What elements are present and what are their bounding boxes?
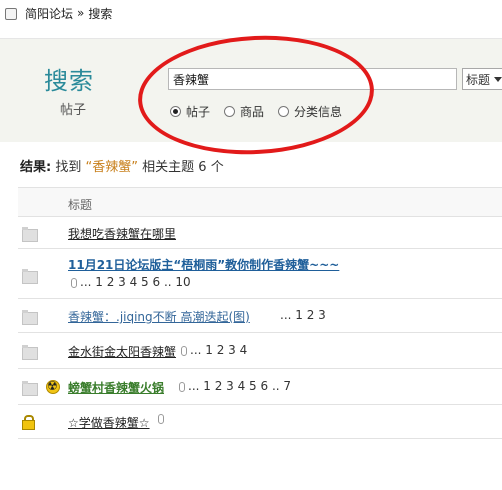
search-scope-select[interactable]: 标题 bbox=[462, 68, 502, 90]
radio-classified-dot[interactable] bbox=[278, 106, 290, 117]
table-row: 金水街金太阳香辣蟹 ... 1 2 3 4 bbox=[18, 333, 502, 369]
radio-posts-label: 帖子 bbox=[186, 105, 211, 119]
attachment-clip-icon bbox=[158, 414, 164, 424]
radio-goods-label: 商品 bbox=[240, 105, 265, 119]
thread-title-link[interactable]: 金水街金太阳香辣蟹 bbox=[68, 343, 176, 360]
folder-icon bbox=[22, 310, 38, 325]
chevron-down-icon bbox=[494, 76, 502, 82]
attachment-clip-icon bbox=[71, 277, 77, 288]
thread-pager: ... 1 2 3 4 bbox=[178, 343, 247, 357]
results-table: 标题 我想吃香辣蟹在哪里 11月21日论坛版主“梧桐雨”教你制作香辣蟹~~~ .… bbox=[18, 187, 502, 439]
thread-pager: ... 1 2 3 4 5 6 .. 7 bbox=[176, 379, 291, 393]
thread-title-link[interactable]: 香辣蟹：.jiqing不断 高潮迭起(图) bbox=[68, 308, 250, 325]
table-row: ☆学做香辣蟹☆ bbox=[18, 405, 502, 439]
attachment-clip-icon bbox=[181, 345, 187, 356]
thread-pager: ... 1 2 3 4 5 6 .. 10 bbox=[68, 275, 191, 289]
result-unit: 个 bbox=[210, 160, 224, 175]
thread-title-link[interactable]: ☆学做香辣蟹☆ bbox=[68, 414, 150, 431]
result-prefix: 结果: bbox=[20, 160, 52, 175]
thread-title-link[interactable]: 我想吃香辣蟹在哪里 bbox=[68, 225, 176, 242]
result-count: 6 bbox=[198, 160, 207, 175]
search-subtitle: 帖子 bbox=[60, 103, 87, 118]
radio-goods[interactable]: 商品 bbox=[224, 103, 264, 120]
result-keyword: “香辣蟹” bbox=[85, 160, 138, 175]
breadcrumb-current: 搜索 bbox=[88, 6, 113, 21]
lock-icon bbox=[22, 415, 35, 430]
table-row: 香辣蟹：.jiqing不断 高潮迭起(图) ... 1 2 3 bbox=[18, 299, 502, 333]
home-icon[interactable] bbox=[4, 7, 17, 20]
attachment-clip-icon bbox=[179, 381, 185, 392]
search-panel: 搜索 帖子 标题 帖子 商品 分类信息 bbox=[0, 38, 502, 142]
breadcrumb: 简阳论坛 » 搜索 bbox=[0, 0, 502, 26]
table-row: 我想吃香辣蟹在哪里 bbox=[18, 217, 502, 249]
radio-classified-label: 分类信息 bbox=[294, 105, 343, 119]
search-page-title: 搜索 bbox=[44, 67, 94, 95]
radio-classified[interactable]: 分类信息 bbox=[278, 103, 342, 120]
thread-title-link[interactable]: 螃蟹村香辣蟹火锅 bbox=[68, 379, 164, 396]
hot-topic-icon bbox=[46, 379, 60, 394]
folder-icon bbox=[22, 381, 38, 396]
thread-pager-links[interactable]: ... 1 2 3 4 5 6 .. 10 bbox=[80, 275, 191, 289]
table-header-row: 标题 bbox=[18, 187, 502, 217]
thread-pager-links[interactable]: ... 1 2 3 4 5 6 .. 7 bbox=[188, 379, 291, 393]
folder-icon bbox=[22, 227, 38, 242]
thread-pager-links[interactable]: ... 1 2 3 4 bbox=[190, 343, 247, 357]
breadcrumb-forum-link[interactable]: 简阳论坛 bbox=[25, 5, 73, 22]
search-input[interactable] bbox=[168, 68, 457, 90]
table-row: 螃蟹村香辣蟹火锅 ... 1 2 3 4 5 6 .. 7 bbox=[18, 369, 502, 405]
thread-title-link[interactable]: 11月21日论坛版主“梧桐雨”教你制作香辣蟹~~~ bbox=[68, 256, 339, 273]
result-text2: 相关主题 bbox=[142, 160, 195, 175]
radio-posts-dot[interactable] bbox=[170, 106, 181, 117]
thread-pager-links[interactable]: ... 1 2 3 bbox=[280, 308, 326, 322]
radio-goods-dot[interactable] bbox=[224, 106, 236, 117]
breadcrumb-separator: » bbox=[77, 6, 85, 20]
search-result-summary: 结果: 找到 “香辣蟹” 相关主题 6 个 bbox=[20, 156, 224, 175]
folder-icon bbox=[22, 269, 38, 284]
search-scope-value: 标题 bbox=[466, 72, 491, 87]
result-text1: 找到 bbox=[55, 160, 82, 175]
table-row: 11月21日论坛版主“梧桐雨”教你制作香辣蟹~~~ ... 1 2 3 4 5 … bbox=[18, 249, 502, 299]
radio-posts[interactable]: 帖子 bbox=[170, 103, 210, 120]
search-type-radio-group: 帖子 商品 分类信息 bbox=[170, 103, 342, 120]
column-header-title: 标题 bbox=[68, 198, 93, 212]
folder-icon bbox=[22, 345, 38, 360]
